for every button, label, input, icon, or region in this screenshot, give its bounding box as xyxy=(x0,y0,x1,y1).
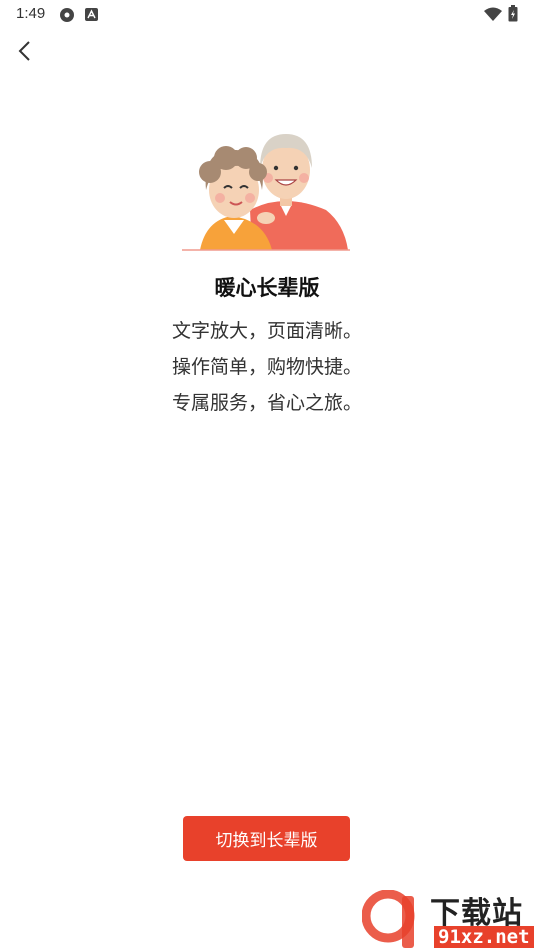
settings-icon xyxy=(60,8,74,22)
battery-icon xyxy=(508,5,518,22)
description-line-1: 文字放大，页面清晰。 xyxy=(171,320,362,342)
description-line-2: 操作简单，购物快捷。 xyxy=(171,356,362,378)
page-title: 暖心长辈版 xyxy=(214,276,320,300)
app-notification-icon xyxy=(85,8,98,21)
status-bar: 1:49 xyxy=(0,0,534,28)
status-time: 1:49 xyxy=(16,5,46,22)
elderly-couple-illustration xyxy=(182,134,350,251)
switch-to-elder-mode-button[interactable]: 切换到长辈版 xyxy=(183,816,350,861)
wifi-icon xyxy=(484,7,502,21)
description-line-3: 专属服务，省心之旅。 xyxy=(171,392,362,414)
watermark-url: 91xz.net xyxy=(434,926,534,948)
watermark-logo: 下载站 91xz.net xyxy=(362,888,534,950)
back-button[interactable] xyxy=(10,36,38,66)
watermark-emblem-icon xyxy=(362,890,415,948)
chevron-left-icon xyxy=(18,41,30,61)
